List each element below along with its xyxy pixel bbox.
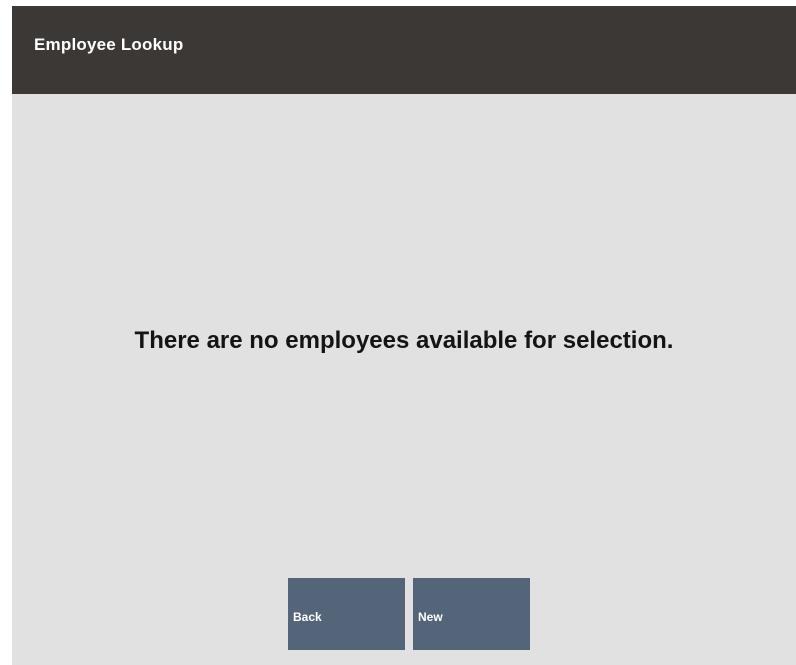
new-button[interactable]: New <box>413 578 530 650</box>
back-button-label: Back <box>293 610 322 624</box>
no-employees-message: There are no employees available for sel… <box>134 327 674 354</box>
page-title: Employee Lookup <box>34 35 184 54</box>
new-button-label: New <box>418 610 443 624</box>
back-button[interactable]: Back <box>288 578 405 650</box>
title-bar: Employee Lookup <box>12 6 796 94</box>
screen-frame: Employee Lookup There are no employees a… <box>12 6 796 665</box>
